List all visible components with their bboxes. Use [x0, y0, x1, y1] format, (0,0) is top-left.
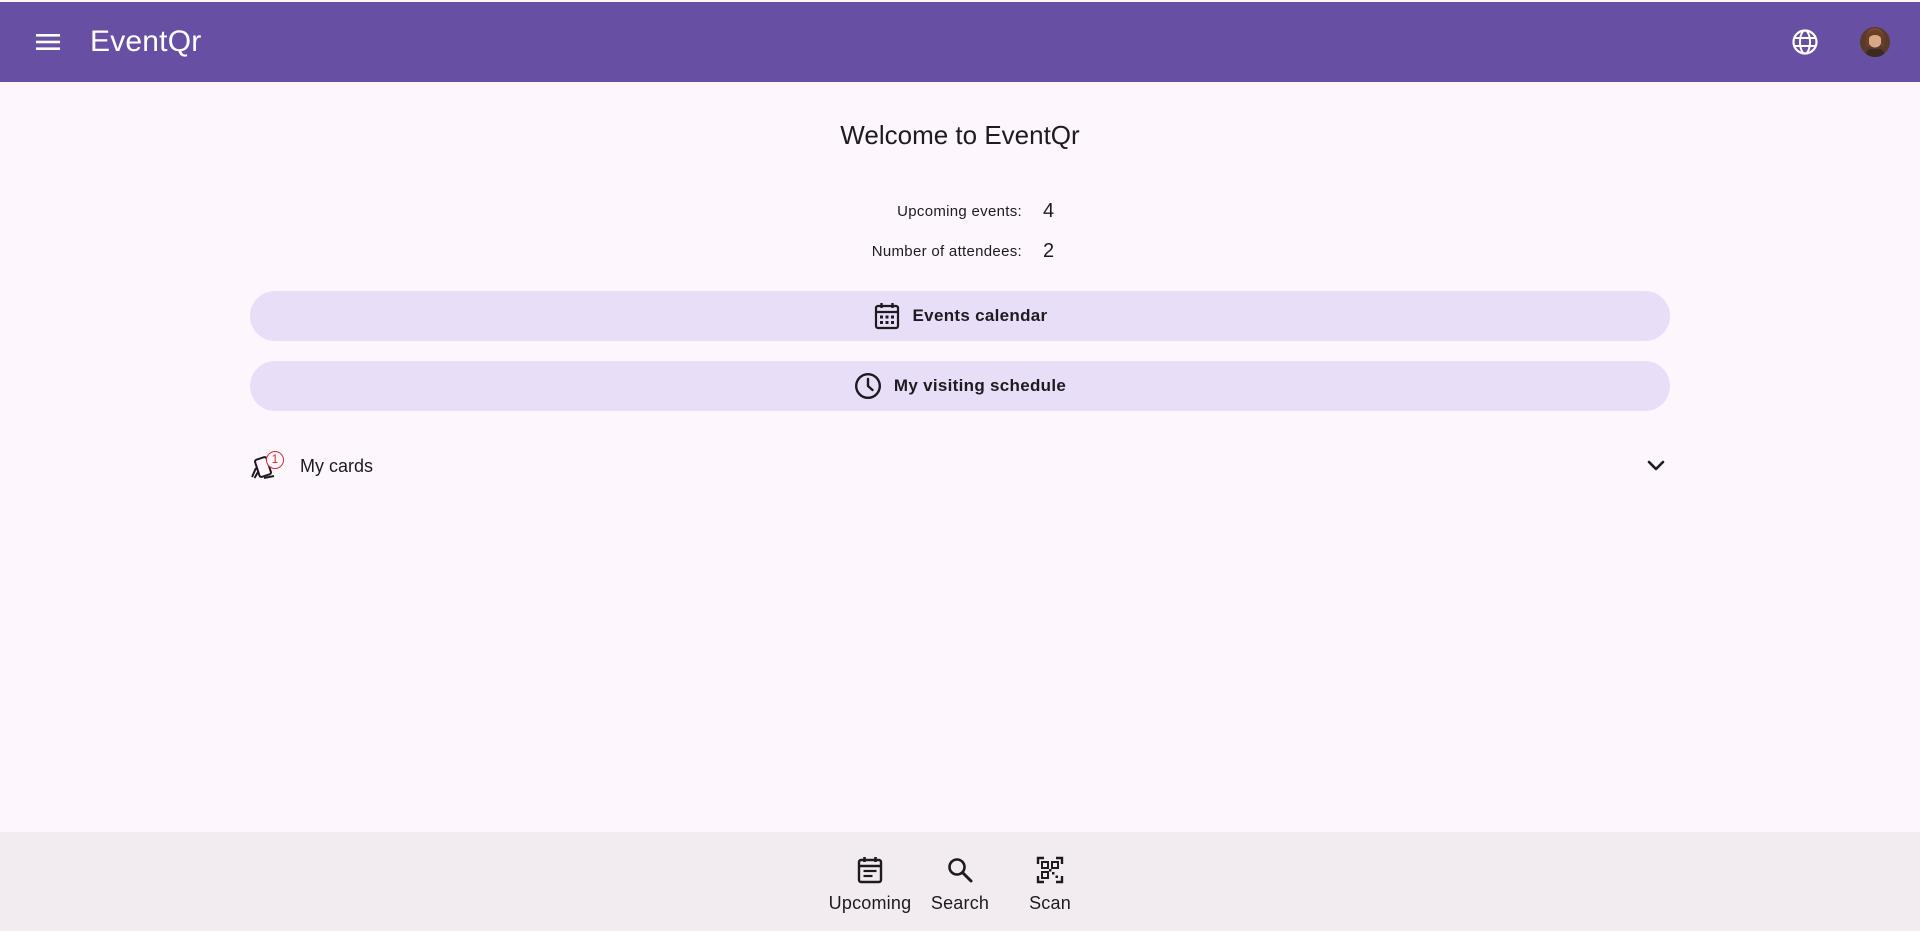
qr-scan-icon	[1034, 854, 1066, 886]
search-icon	[944, 854, 976, 886]
events-calendar-label: Events calendar	[912, 306, 1048, 325]
visiting-schedule-button[interactable]: My visiting schedule	[250, 361, 1670, 411]
user-avatar[interactable]	[1860, 27, 1890, 57]
cards-icon: 1	[250, 448, 284, 482]
stat-label: Number of attendees:	[871, 243, 1022, 260]
cards-badge: 1	[266, 451, 284, 469]
avatar-image	[1860, 27, 1890, 57]
nav-scan-label: Scan	[1029, 893, 1071, 913]
nav-upcoming[interactable]: Upcoming	[825, 854, 915, 924]
calendar-icon	[873, 302, 901, 330]
app-root: EventQr Welcome to EventQr Upcoming even…	[0, 0, 1920, 931]
event-note-icon	[854, 854, 886, 886]
menu-icon	[36, 34, 60, 50]
globe-icon	[1792, 29, 1818, 55]
language-button[interactable]	[1781, 18, 1829, 66]
nav-search-label: Search	[930, 893, 990, 913]
nav-scan[interactable]: Scan	[1005, 854, 1095, 924]
nav-upcoming-label: Upcoming	[828, 893, 912, 913]
bottom-navigation: Upcoming Search Scan	[0, 832, 1920, 931]
stat-value: 2	[1043, 240, 1055, 262]
app-title: EventQr	[90, 25, 202, 58]
chevron-down-icon[interactable]	[1642, 452, 1670, 480]
top-app-bar: EventQr	[0, 2, 1920, 82]
menu-button[interactable]	[24, 18, 72, 66]
my-cards-label: My cards	[300, 456, 374, 476]
events-calendar-button[interactable]: Events calendar	[250, 291, 1670, 341]
stat-value: 4	[1043, 200, 1055, 222]
nav-search[interactable]: Search	[915, 854, 1005, 924]
clock-icon	[854, 372, 882, 400]
stat-number-of-attendees: Number of attendees: 2	[0, 238, 1920, 266]
welcome-title: Welcome to EventQr	[840, 120, 1080, 150]
stat-label: Upcoming events:	[897, 203, 1022, 220]
visiting-schedule-label: My visiting schedule	[893, 376, 1067, 395]
my-cards-expander[interactable]: 1 My cards	[250, 440, 1670, 492]
stat-upcoming-events: Upcoming events: 4	[0, 198, 1920, 226]
